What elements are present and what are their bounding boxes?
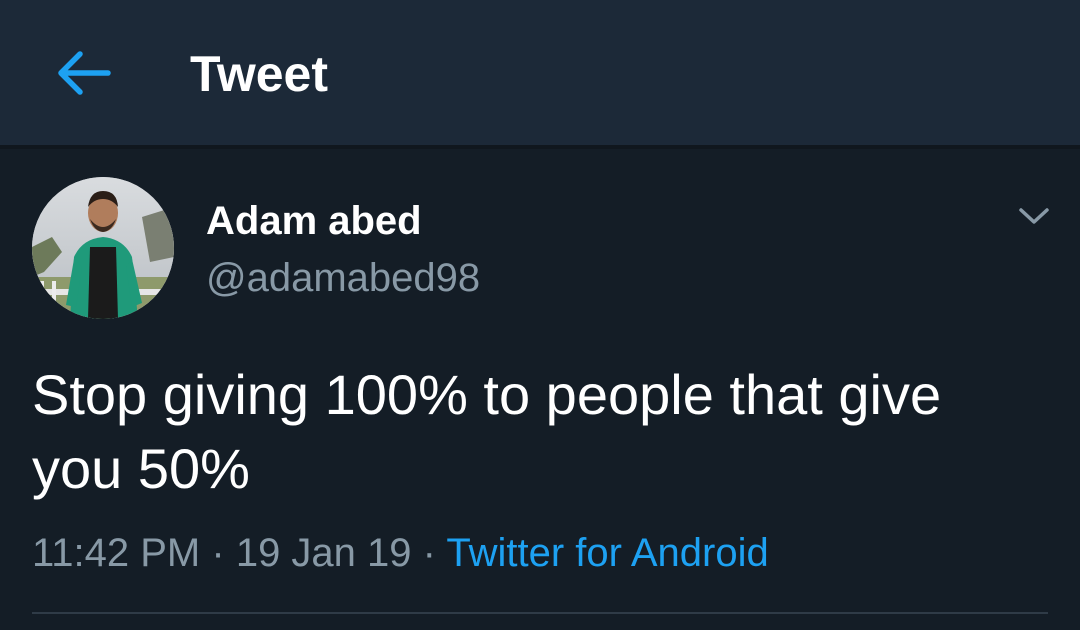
tweet-date: 19 Jan 19 — [235, 531, 412, 575]
meta-separator: · — [211, 531, 225, 575]
top-app-bar: Tweet — [0, 0, 1080, 145]
avatar[interactable] — [32, 177, 174, 319]
author-handle[interactable]: @adamabed98 — [206, 253, 480, 303]
profile-photo — [32, 177, 174, 319]
arrow-left-icon — [58, 51, 111, 95]
content-divider — [32, 612, 1048, 614]
tweet-time: 11:42 PM — [32, 531, 201, 575]
tweet-metadata: 11:42 PM · 19 Jan 19 · Twitter for Andro… — [32, 527, 769, 579]
chevron-down-icon — [1019, 208, 1049, 224]
author-display-name[interactable]: Adam abed — [206, 196, 422, 246]
tweet-options-button[interactable] — [1012, 196, 1056, 236]
tweet-detail-screen: Tweet Adam abed @adamabed98 Stop giving … — [0, 0, 1080, 630]
tweet-source-link[interactable]: Twitter for Android — [446, 531, 768, 575]
tweet-text: Stop giving 100% to people that give you… — [32, 363, 942, 500]
back-button[interactable] — [50, 42, 118, 104]
meta-separator: · — [422, 531, 436, 575]
header-divider — [0, 145, 1080, 149]
page-title: Tweet — [190, 46, 328, 102]
